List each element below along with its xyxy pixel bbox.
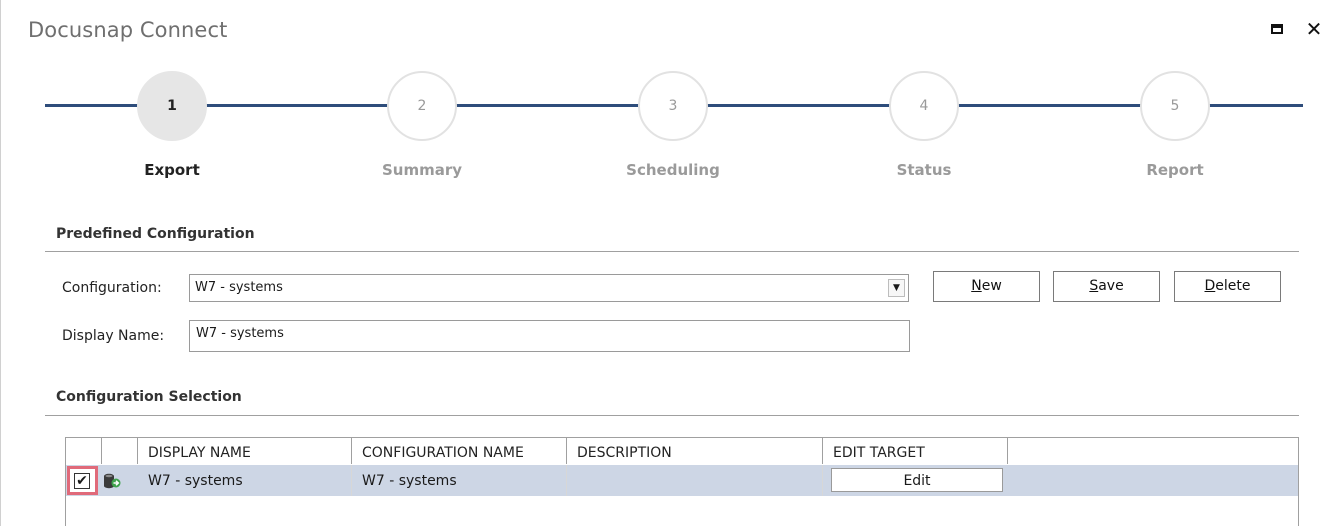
- step-2-circle[interactable]: 2: [387, 71, 457, 141]
- docusnap-connect-window: Docusnap Connect ✕ 1 2 3 4 5 Export Summ…: [0, 0, 1341, 526]
- step-5-circle[interactable]: 5: [1140, 71, 1210, 141]
- header-icon-column: [102, 438, 138, 464]
- display-name-label: Display Name:: [62, 328, 165, 344]
- delete-button-mnemonic: D: [1204, 278, 1216, 294]
- row-display-name: W7 - systems: [138, 465, 352, 496]
- display-name-field[interactable]: [189, 320, 910, 352]
- delete-button[interactable]: Delete: [1174, 271, 1281, 302]
- header-edit-target[interactable]: EDIT TARGET: [823, 438, 1008, 464]
- table-row[interactable]: ✔ W7 - systems W7 - systems Edit: [66, 465, 1298, 496]
- header-configuration-name[interactable]: CONFIGURATION NAME: [352, 438, 567, 464]
- predefined-configuration-heading: Predefined Configuration: [56, 226, 255, 242]
- new-button-label: ew: [981, 278, 1002, 294]
- step-3-label: Scheduling: [626, 161, 720, 179]
- step-4-circle[interactable]: 4: [889, 71, 959, 141]
- row-checkbox[interactable]: ✔: [74, 473, 90, 489]
- configuration-dropdown[interactable]: W7 - systems ▼: [189, 274, 909, 302]
- delete-button-label: elete: [1215, 278, 1251, 294]
- display-name-input[interactable]: [190, 321, 909, 351]
- configuration-grid: DISPLAY NAME CONFIGURATION NAME DESCRIPT…: [65, 437, 1299, 526]
- selection-divider: [45, 415, 1299, 416]
- chevron-down-icon[interactable]: ▼: [888, 279, 905, 297]
- new-button-mnemonic: N: [971, 278, 982, 294]
- edit-target-button[interactable]: Edit: [831, 468, 1003, 492]
- close-icon[interactable]: ✕: [1305, 19, 1323, 39]
- new-button[interactable]: New: [933, 271, 1040, 302]
- header-display-name[interactable]: DISPLAY NAME: [138, 438, 352, 464]
- database-export-icon: [104, 473, 121, 489]
- row-description: [567, 465, 823, 496]
- step-2-label: Summary: [381, 161, 463, 179]
- row-configuration-name: W7 - systems: [352, 465, 567, 496]
- step-4-label: Status: [896, 161, 952, 179]
- step-1-label: Export: [144, 161, 200, 179]
- step-1-circle[interactable]: 1: [137, 71, 207, 141]
- step-5-label: Report: [1146, 161, 1204, 179]
- header-description[interactable]: DESCRIPTION: [567, 438, 823, 464]
- header-checkbox-column: [66, 438, 102, 464]
- configuration-selection-heading: Configuration Selection: [56, 389, 242, 405]
- configuration-label: Configuration:: [62, 280, 162, 296]
- grid-header: DISPLAY NAME CONFIGURATION NAME DESCRIPT…: [66, 438, 1298, 464]
- save-button-label: ave: [1098, 278, 1124, 294]
- maximize-icon[interactable]: [1269, 20, 1287, 38]
- row-checkbox-highlight: ✔: [67, 466, 98, 495]
- configuration-dropdown-value: W7 - systems: [195, 280, 283, 295]
- step-3-circle[interactable]: 3: [638, 71, 708, 141]
- save-button-mnemonic: S: [1089, 278, 1099, 294]
- window-title: Docusnap Connect: [28, 18, 228, 42]
- predefined-divider: [45, 251, 1299, 252]
- save-button[interactable]: Save: [1053, 271, 1160, 302]
